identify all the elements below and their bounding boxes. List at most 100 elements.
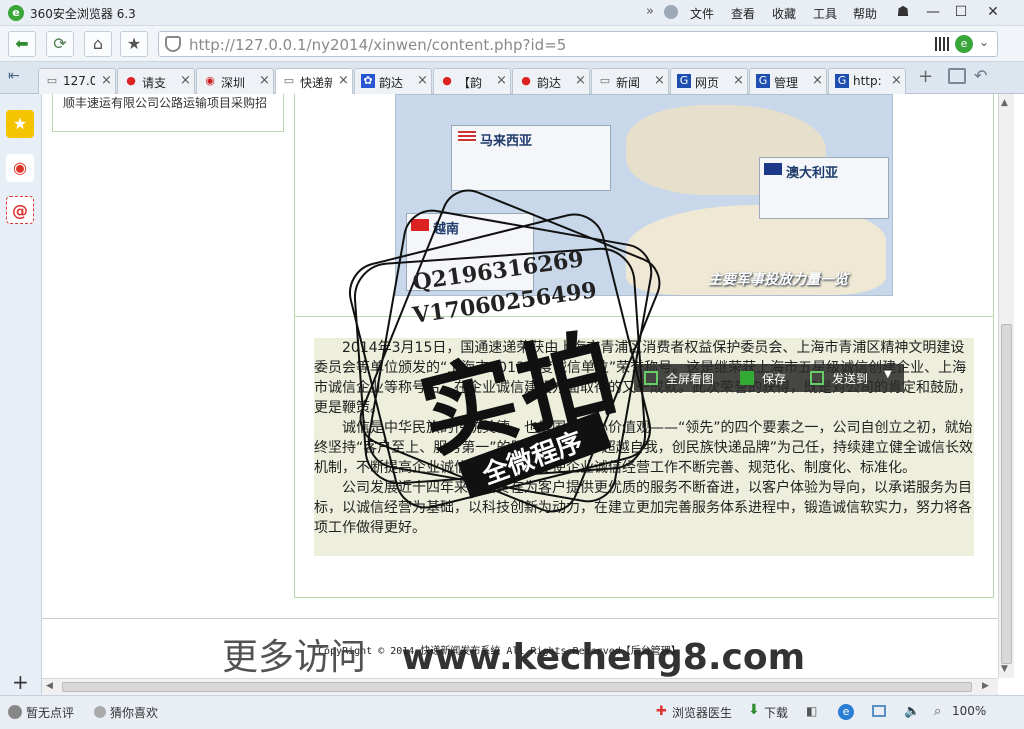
doctor-plus-icon[interactable]: ✚: [656, 704, 667, 719]
maximize-button[interactable]: ☐: [948, 2, 974, 22]
send-icon[interactable]: [810, 371, 824, 385]
tab-2[interactable]: ◉ 深圳 ×: [196, 68, 274, 94]
menu-file[interactable]: 文件: [690, 5, 714, 22]
dropdown-chevron-icon[interactable]: ⌄: [979, 35, 989, 49]
menu-tools[interactable]: 工具: [813, 5, 837, 22]
browser-doctor-button[interactable]: 浏览器医生: [672, 704, 732, 721]
tab-1[interactable]: ● 请支 ×: [117, 68, 195, 94]
tab-close-icon[interactable]: ×: [101, 73, 112, 88]
tab-4[interactable]: ✿ 韵达 ×: [354, 68, 432, 94]
menu-help[interactable]: 帮助: [853, 5, 877, 22]
speaker-icon[interactable]: 🔈: [904, 704, 920, 719]
guess-icon[interactable]: [94, 706, 106, 718]
send-dropdown-icon[interactable]: ▼: [884, 369, 892, 380]
shenzhen-icon: ◉: [205, 74, 215, 87]
tab-8[interactable]: G 网页 ×: [670, 68, 748, 94]
tab-9[interactable]: G 管理 ×: [749, 68, 827, 94]
undo-close-icon[interactable]: ↶: [974, 66, 987, 85]
tab-close-icon[interactable]: ×: [891, 73, 902, 88]
tab-close-icon[interactable]: ×: [575, 73, 586, 88]
tab-close-icon[interactable]: ×: [180, 73, 191, 88]
horizontal-scrollbar[interactable]: ◀ ▶: [42, 678, 998, 695]
tab-7[interactable]: ▭ 新闻 ×: [591, 68, 669, 94]
tab-close-icon[interactable]: ×: [417, 73, 428, 88]
fullscreen-button[interactable]: 全屏看图: [666, 370, 714, 387]
tab-label: 韵达: [537, 76, 562, 90]
p2p-icon[interactable]: ◧: [806, 704, 817, 718]
scroll-down-icon[interactable]: ▼: [1001, 664, 1008, 674]
baidu-icon: ●: [442, 74, 452, 87]
page-icon: ▭: [599, 74, 611, 87]
new-tab-button[interactable]: +: [918, 66, 940, 88]
close-button[interactable]: ✕: [980, 2, 1006, 22]
malaysia-card: 马来西亚: [451, 125, 611, 191]
home-button[interactable]: ⌂: [84, 31, 112, 57]
tab-label: 请支: [142, 76, 167, 90]
sidebar-link[interactable]: 顺丰速运有限公司公路运输项目采购招: [63, 94, 267, 111]
engine-logo-icon[interactable]: e: [955, 35, 973, 53]
vertical-scrollbar[interactable]: ▲ ▼: [998, 94, 1014, 678]
side-panel: ★ ◉ @ +: [0, 94, 42, 695]
minimize-button[interactable]: —: [920, 2, 946, 22]
browser-logo-icon: e: [8, 5, 24, 21]
save-icon[interactable]: [740, 371, 754, 385]
g361-icon: G: [677, 74, 691, 88]
malaysia-label: 马来西亚: [480, 134, 533, 149]
scroll-up-icon[interactable]: ▲: [1001, 98, 1008, 108]
back-button[interactable]: ⬅: [8, 31, 36, 57]
window-mode-icon[interactable]: [872, 705, 886, 717]
no-review-label[interactable]: 暂无点评: [26, 704, 74, 721]
article-paragraph: 公司发展近十四年来，始终在为客户提供更优质的服务不断奋进，以客户体验为导向，以承…: [314, 480, 972, 536]
shield-icon[interactable]: [165, 36, 181, 52]
hscroll-thumb[interactable]: [62, 682, 972, 692]
download-button[interactable]: 下载: [764, 704, 788, 721]
tab-close-icon[interactable]: ×: [338, 73, 349, 88]
tab-close-icon[interactable]: ×: [654, 73, 665, 88]
scroll-left-icon[interactable]: ◀: [46, 681, 53, 691]
skin-icon[interactable]: ☗: [890, 2, 916, 22]
tab-list-icon[interactable]: [948, 68, 966, 84]
tab-3[interactable]: ▭ 快递新 ×: [275, 68, 353, 95]
tab-close-icon[interactable]: ×: [733, 73, 744, 88]
favorite-star-button[interactable]: ★: [120, 31, 148, 57]
add-panel-button[interactable]: +: [12, 670, 29, 694]
address-url[interactable]: http://127.0.0.1/ny2014/xinwen/content.p…: [189, 36, 566, 54]
zoom-magnifier-icon[interactable]: ⌕: [934, 704, 941, 719]
review-icon[interactable]: [8, 705, 22, 719]
tab-label: 127.0: [63, 74, 95, 88]
send-to-button[interactable]: 发送到: [832, 370, 868, 387]
download-arrow-icon[interactable]: ⬇: [748, 702, 760, 718]
news-map-image[interactable]: 马来西亚 澳大利亚 越南 主要军事投放力量一览: [395, 94, 893, 296]
favorites-star-icon[interactable]: ★: [6, 110, 34, 138]
tab-close-icon[interactable]: ×: [812, 73, 823, 88]
tab-5[interactable]: ● 【韵 ×: [433, 68, 511, 94]
address-bar[interactable]: http://127.0.0.1/ny2014/xinwen/content.p…: [158, 31, 998, 57]
menu-favorites[interactable]: 收藏: [772, 5, 796, 22]
scroll-thumb[interactable]: [1001, 324, 1012, 664]
status-bar: 暂无点评 猜你喜欢 ✚ 浏览器医生 ⬇ 下载 ◧ e 🔈 ⌕ 100%: [0, 695, 1024, 729]
vietnam-flag-icon: [411, 219, 429, 231]
tab-6[interactable]: ● 韵达 ×: [512, 68, 590, 94]
scroll-right-icon[interactable]: ▶: [982, 681, 989, 691]
mail-at-icon[interactable]: @: [6, 196, 34, 224]
user-avatar-icon[interactable]: [664, 5, 678, 19]
tab-label: 新闻: [616, 76, 641, 90]
qr-code-icon[interactable]: [935, 37, 949, 51]
tab-10[interactable]: Ghttp: ×: [828, 68, 906, 94]
menu-view[interactable]: 查看: [731, 5, 755, 22]
guess-like-link[interactable]: 猜你喜欢: [110, 704, 158, 721]
weibo-icon[interactable]: ◉: [6, 154, 34, 182]
fullscreen-icon[interactable]: [644, 371, 658, 385]
save-button[interactable]: 保存: [762, 370, 786, 387]
tab-close-icon[interactable]: ×: [496, 73, 507, 88]
tab-close-icon[interactable]: ×: [259, 73, 270, 88]
vietnam-label: 越南: [433, 222, 460, 237]
tab-0[interactable]: ▭ 127.0 ×: [38, 68, 116, 94]
chevron-more-icon[interactable]: »: [646, 4, 654, 19]
ie-mode-icon[interactable]: e: [838, 704, 854, 720]
sidebar-toggle-icon[interactable]: ⇤: [8, 68, 30, 88]
refresh-button[interactable]: ⟳: [46, 31, 74, 57]
navigation-bar: ⬅ ⟳ ⌂ ★ http://127.0.0.1/ny2014/xinwen/c…: [0, 26, 1024, 62]
zoom-level[interactable]: 100%: [952, 704, 986, 718]
g361-icon: G: [756, 74, 770, 88]
